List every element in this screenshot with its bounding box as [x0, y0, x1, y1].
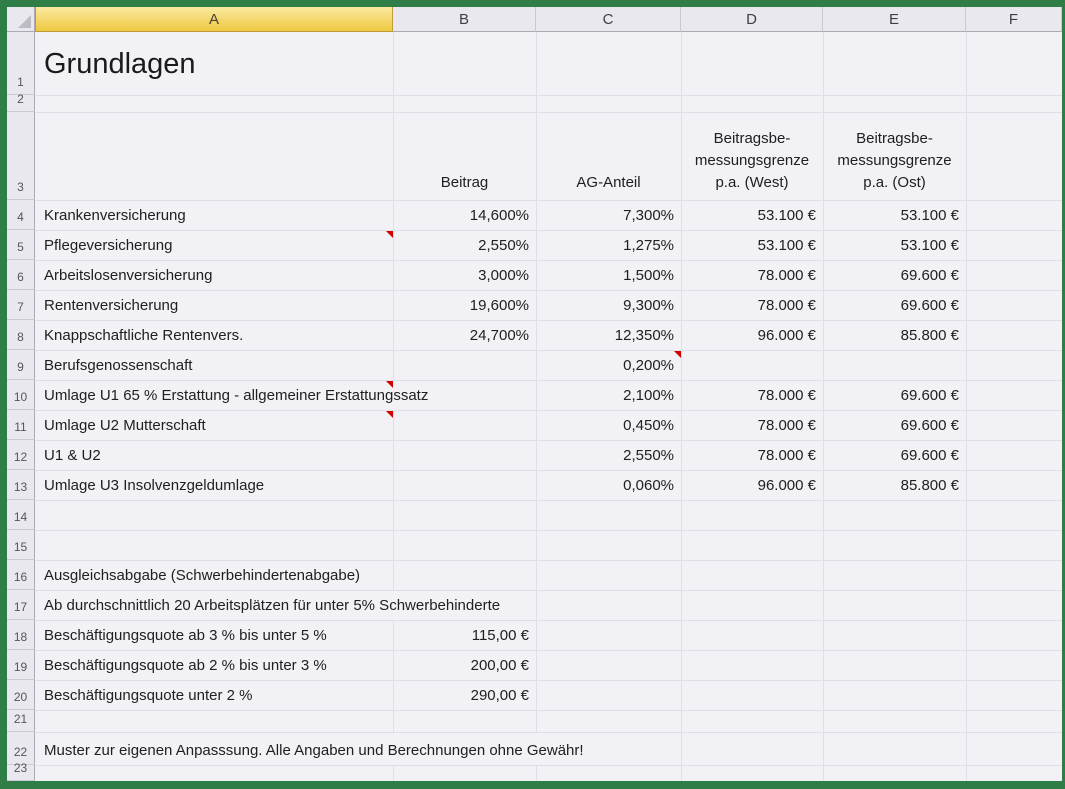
- cell-C7[interactable]: 9,300%: [536, 291, 681, 320]
- gridline: [35, 95, 1062, 96]
- gridline: [35, 765, 1062, 766]
- row-header-11[interactable]: 11: [7, 410, 35, 440]
- row-header-15[interactable]: 15: [7, 530, 35, 560]
- column-header-E[interactable]: E: [823, 7, 966, 32]
- column-header-D[interactable]: D: [681, 7, 823, 32]
- cell-B8[interactable]: 24,700%: [393, 321, 536, 350]
- cell-C8[interactable]: 12,350%: [536, 321, 681, 350]
- row-header-14[interactable]: 14: [7, 500, 35, 530]
- cell-B7[interactable]: 19,600%: [393, 291, 536, 320]
- cell-A17[interactable]: Ab durchschnittlich 20 Arbeitsplätzen fü…: [35, 591, 506, 620]
- row-header-6[interactable]: 6: [7, 260, 35, 290]
- row-header-3[interactable]: 3: [7, 112, 35, 200]
- row-header-21[interactable]: 21: [7, 710, 35, 732]
- cell-C11[interactable]: 0,450%: [536, 411, 681, 440]
- comment-indicator-icon: [674, 351, 681, 358]
- cell-C6[interactable]: 1,500%: [536, 261, 681, 290]
- cell-A5[interactable]: Pflegeversicherung: [35, 231, 393, 260]
- gridline: [35, 710, 1062, 711]
- row-header-7[interactable]: 7: [7, 290, 35, 320]
- cell-A10[interactable]: Umlage U1 65 % Erstattung - allgemeiner …: [35, 381, 434, 410]
- row-header-4[interactable]: 4: [7, 200, 35, 230]
- row-header-20[interactable]: 20: [7, 680, 35, 710]
- cell-A11[interactable]: Umlage U2 Mutterschaft: [35, 411, 393, 440]
- cell-C5[interactable]: 1,275%: [536, 231, 681, 260]
- cell-D11[interactable]: 78.000 €: [681, 411, 823, 440]
- row-header-10[interactable]: 10: [7, 380, 35, 410]
- gridline: [35, 530, 1062, 531]
- cell-B20[interactable]: 290,00 €: [393, 681, 536, 710]
- cell-E3[interactable]: Beitragsbe- messungsgrenze p.a. (Ost): [823, 113, 966, 200]
- comment-indicator-icon: [386, 411, 393, 418]
- cell-E12[interactable]: 69.600 €: [823, 441, 966, 470]
- cell-D13[interactable]: 96.000 €: [681, 471, 823, 500]
- row-header-18[interactable]: 18: [7, 620, 35, 650]
- row-header-23[interactable]: 23: [7, 765, 35, 781]
- cell-D12[interactable]: 78.000 €: [681, 441, 823, 470]
- cell-A12[interactable]: U1 & U2: [35, 441, 393, 470]
- cell-B19[interactable]: 200,00 €: [393, 651, 536, 680]
- cell-E5[interactable]: 53.100 €: [823, 231, 966, 260]
- spreadsheet-grid: ABCDEF1234567891011121314151617181920212…: [7, 7, 1062, 781]
- cell-A18[interactable]: Beschäftigungsquote ab 3 % bis unter 5 %: [35, 621, 393, 650]
- cell-E11[interactable]: 69.600 €: [823, 411, 966, 440]
- cell-D10[interactable]: 78.000 €: [681, 381, 823, 410]
- select-all-button[interactable]: [7, 7, 35, 32]
- cell-D3[interactable]: Beitragsbe- messungsgrenze p.a. (West): [681, 113, 823, 200]
- cell-E6[interactable]: 69.600 €: [823, 261, 966, 290]
- cell-B5[interactable]: 2,550%: [393, 231, 536, 260]
- cell-A4[interactable]: Krankenversicherung: [35, 201, 393, 230]
- cell-A22[interactable]: Muster zur eigenen Anpasssung. Alle Anga…: [35, 733, 590, 765]
- cell-D6[interactable]: 78.000 €: [681, 261, 823, 290]
- cell-B4[interactable]: 14,600%: [393, 201, 536, 230]
- select-all-triangle-icon: [18, 15, 31, 28]
- row-header-1[interactable]: 1: [7, 32, 35, 95]
- comment-indicator-icon: [386, 231, 393, 238]
- cell-E8[interactable]: 85.800 €: [823, 321, 966, 350]
- cell-A13[interactable]: Umlage U3 Insolvenzgeldumlage: [35, 471, 393, 500]
- cell-E10[interactable]: 69.600 €: [823, 381, 966, 410]
- cell-E4[interactable]: 53.100 €: [823, 201, 966, 230]
- row-header-5[interactable]: 5: [7, 230, 35, 260]
- column-header-F[interactable]: F: [966, 7, 1062, 32]
- cell-A20[interactable]: Beschäftigungsquote unter 2 %: [35, 681, 393, 710]
- cell-A9[interactable]: Berufsgenossenschaft: [35, 351, 393, 380]
- row-header-12[interactable]: 12: [7, 440, 35, 470]
- cell-C12[interactable]: 2,550%: [536, 441, 681, 470]
- gridline: [35, 500, 1062, 501]
- gridline: [966, 32, 967, 781]
- row-header-13[interactable]: 13: [7, 470, 35, 500]
- cell-A19[interactable]: Beschäftigungsquote ab 2 % bis unter 3 %: [35, 651, 393, 680]
- row-header-19[interactable]: 19: [7, 650, 35, 680]
- cell-A7[interactable]: Rentenversicherung: [35, 291, 393, 320]
- cell-D7[interactable]: 78.000 €: [681, 291, 823, 320]
- column-header-A[interactable]: A: [35, 7, 393, 32]
- row-header-9[interactable]: 9: [7, 350, 35, 380]
- cell-A16[interactable]: Ausgleichsabgabe (Schwerbehindertenabgab…: [35, 561, 366, 590]
- row-header-2[interactable]: 2: [7, 95, 35, 112]
- row-header-17[interactable]: 17: [7, 590, 35, 620]
- cell-B3[interactable]: Beitrag: [393, 113, 536, 200]
- column-header-C[interactable]: C: [536, 7, 681, 32]
- column-header-B[interactable]: B: [393, 7, 536, 32]
- cell-E7[interactable]: 69.600 €: [823, 291, 966, 320]
- cell-A6[interactable]: Arbeitslosenversicherung: [35, 261, 393, 290]
- cell-D4[interactable]: 53.100 €: [681, 201, 823, 230]
- row-header-16[interactable]: 16: [7, 560, 35, 590]
- cell-C10[interactable]: 2,100%: [536, 381, 681, 410]
- cell-C3[interactable]: AG-Anteil: [536, 113, 681, 200]
- cell-A8[interactable]: Knappschaftliche Rentenvers.: [35, 321, 393, 350]
- cell-B18[interactable]: 115,00 €: [393, 621, 536, 650]
- comment-indicator-icon: [386, 381, 393, 388]
- excel-window: ABCDEF1234567891011121314151617181920212…: [0, 0, 1065, 789]
- cell-B6[interactable]: 3,000%: [393, 261, 536, 290]
- cell-A1[interactable]: Grundlagen: [35, 33, 393, 95]
- cell-D8[interactable]: 96.000 €: [681, 321, 823, 350]
- cell-C13[interactable]: 0,060%: [536, 471, 681, 500]
- cell-D5[interactable]: 53.100 €: [681, 231, 823, 260]
- row-header-8[interactable]: 8: [7, 320, 35, 350]
- cell-C4[interactable]: 7,300%: [536, 201, 681, 230]
- cell-C9[interactable]: 0,200%: [536, 351, 681, 380]
- cell-E13[interactable]: 85.800 €: [823, 471, 966, 500]
